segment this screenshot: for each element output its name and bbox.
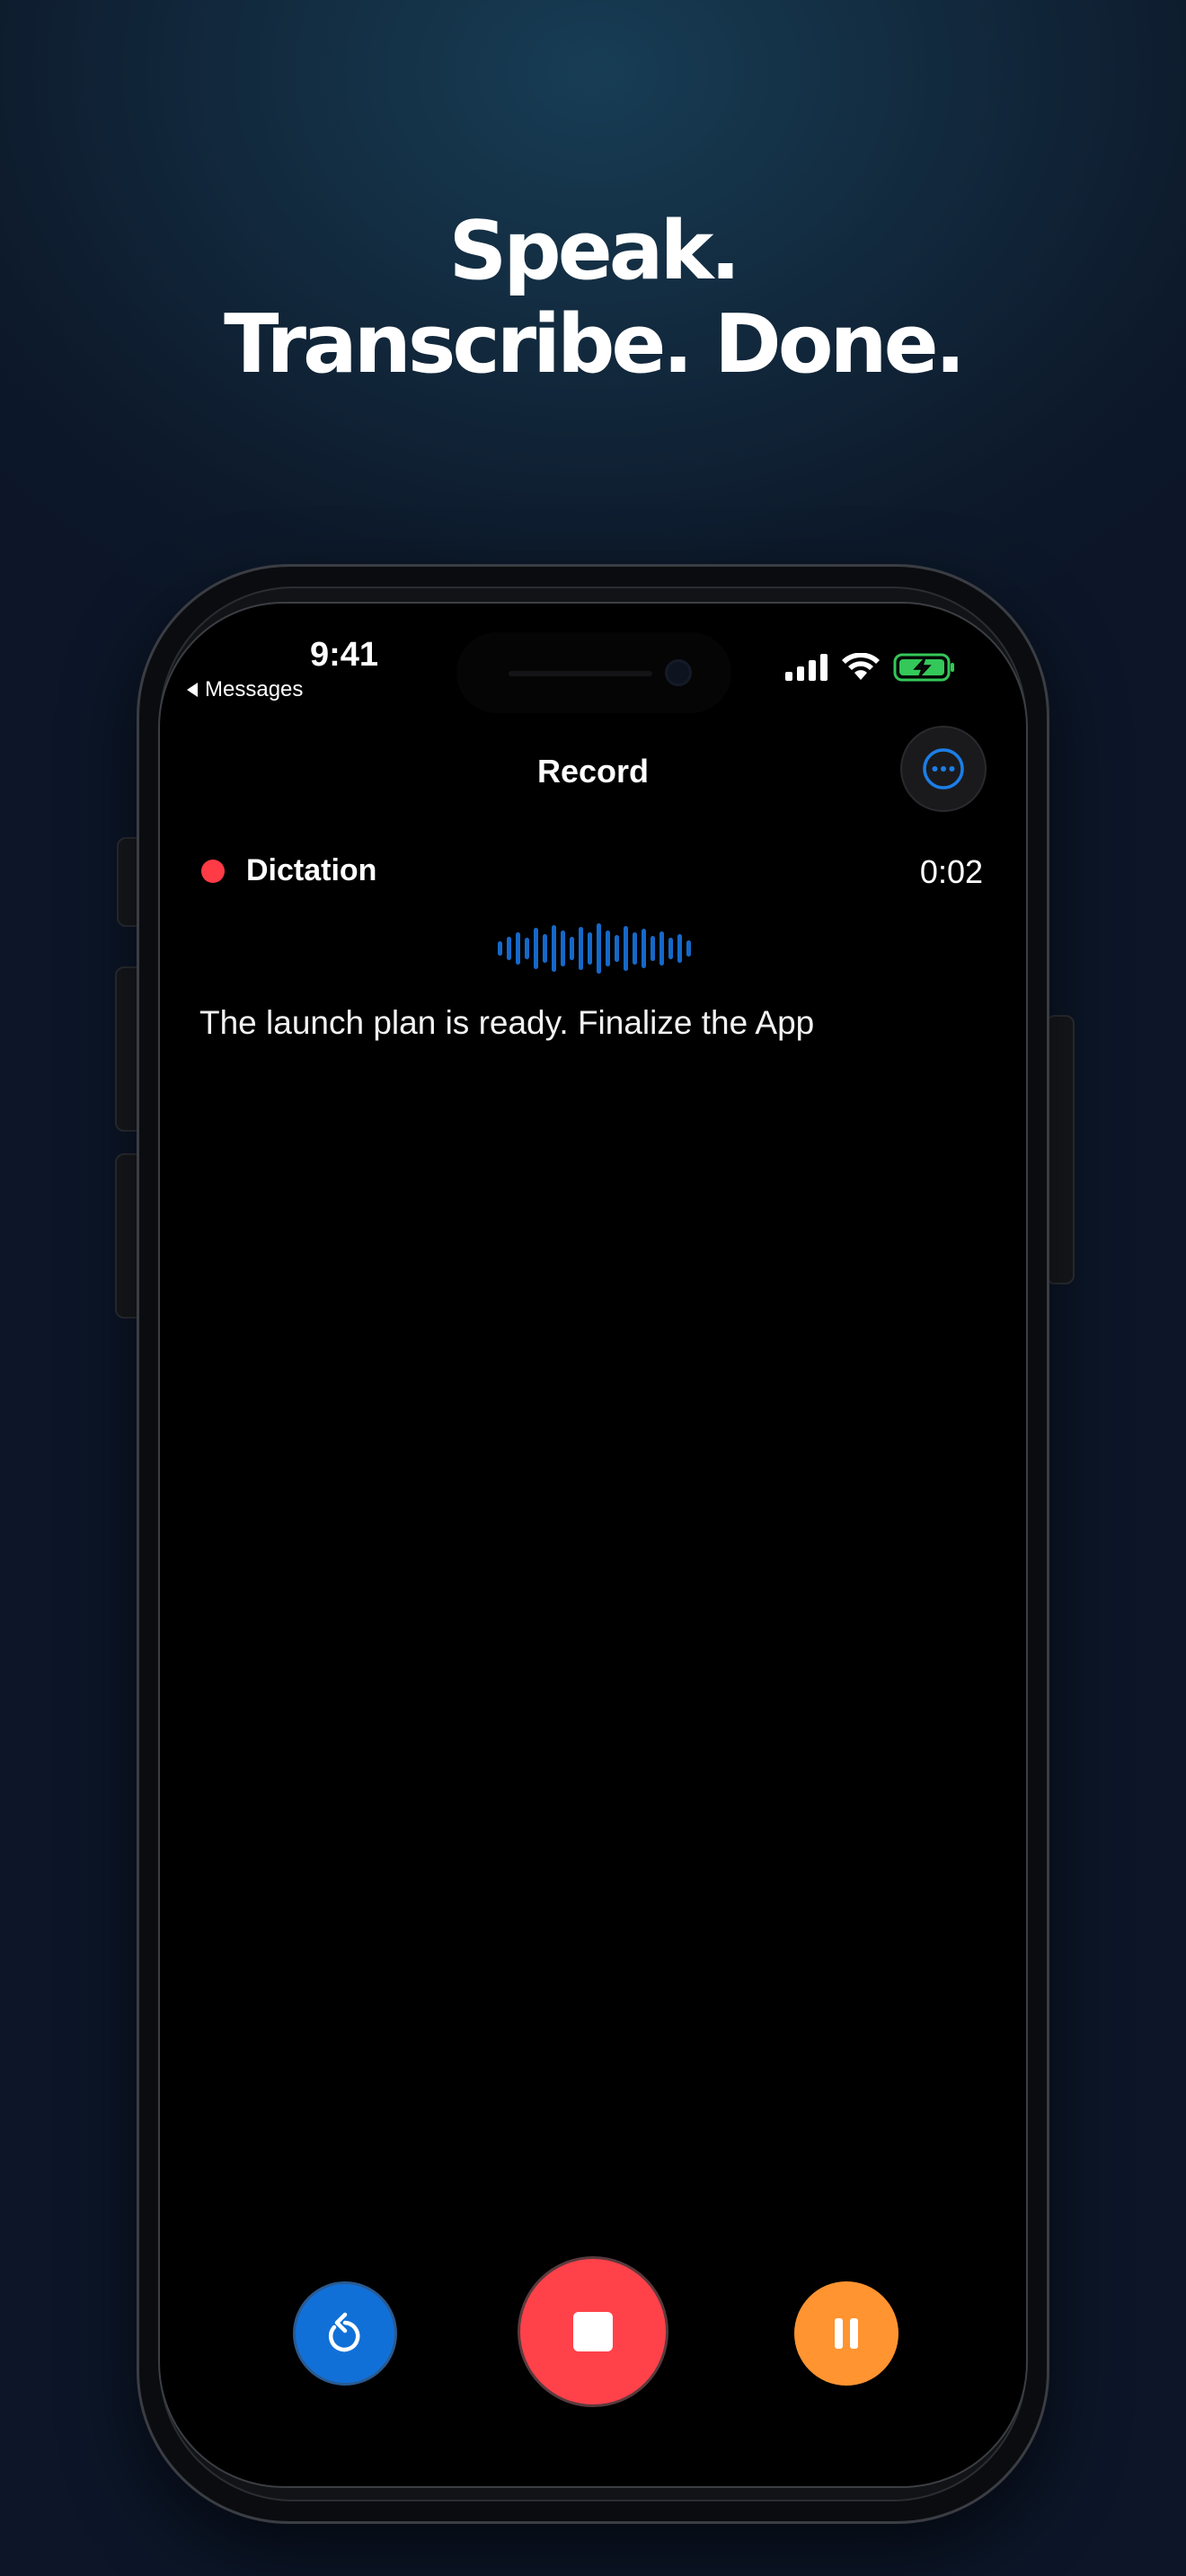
headline-line-1: Speak. xyxy=(448,204,740,298)
cellular-signal-icon xyxy=(785,654,828,681)
battery-charging-icon xyxy=(893,653,954,682)
speaker-slot xyxy=(509,671,652,676)
front-camera xyxy=(665,659,692,686)
back-triangle-icon xyxy=(187,683,198,697)
recording-timer: 0:02 xyxy=(919,853,983,890)
status-icons xyxy=(785,652,956,683)
more-options-button[interactable] xyxy=(900,726,987,812)
phone-screen: 9:41 Messages Record Dictation 0:02 The … xyxy=(158,602,1028,2488)
ellipsis-circle-icon xyxy=(923,748,964,790)
power-button xyxy=(1046,1015,1075,1284)
recording-indicator-dot xyxy=(201,860,225,883)
audio-waveform xyxy=(498,923,691,974)
restart-button[interactable] xyxy=(293,2281,397,2386)
screen-title: Record xyxy=(536,753,650,790)
dynamic-island xyxy=(456,632,731,713)
transcript-text: The launch plan is ready. Finalize the A… xyxy=(199,1004,815,1041)
pause-icon xyxy=(835,2318,858,2349)
stop-square-icon xyxy=(573,2312,613,2351)
headline-line-2: Transcribe. Done. xyxy=(224,297,966,392)
back-to-app-link[interactable]: Messages xyxy=(187,677,303,702)
back-label: Messages xyxy=(205,677,304,701)
pause-button[interactable] xyxy=(794,2281,898,2386)
recording-mode-label: Dictation xyxy=(246,853,377,887)
stop-recording-button[interactable] xyxy=(518,2256,668,2407)
arrow-counterclockwise-icon xyxy=(329,2312,360,2352)
wifi-icon xyxy=(842,653,880,680)
status-time: 9:41 xyxy=(309,636,379,674)
